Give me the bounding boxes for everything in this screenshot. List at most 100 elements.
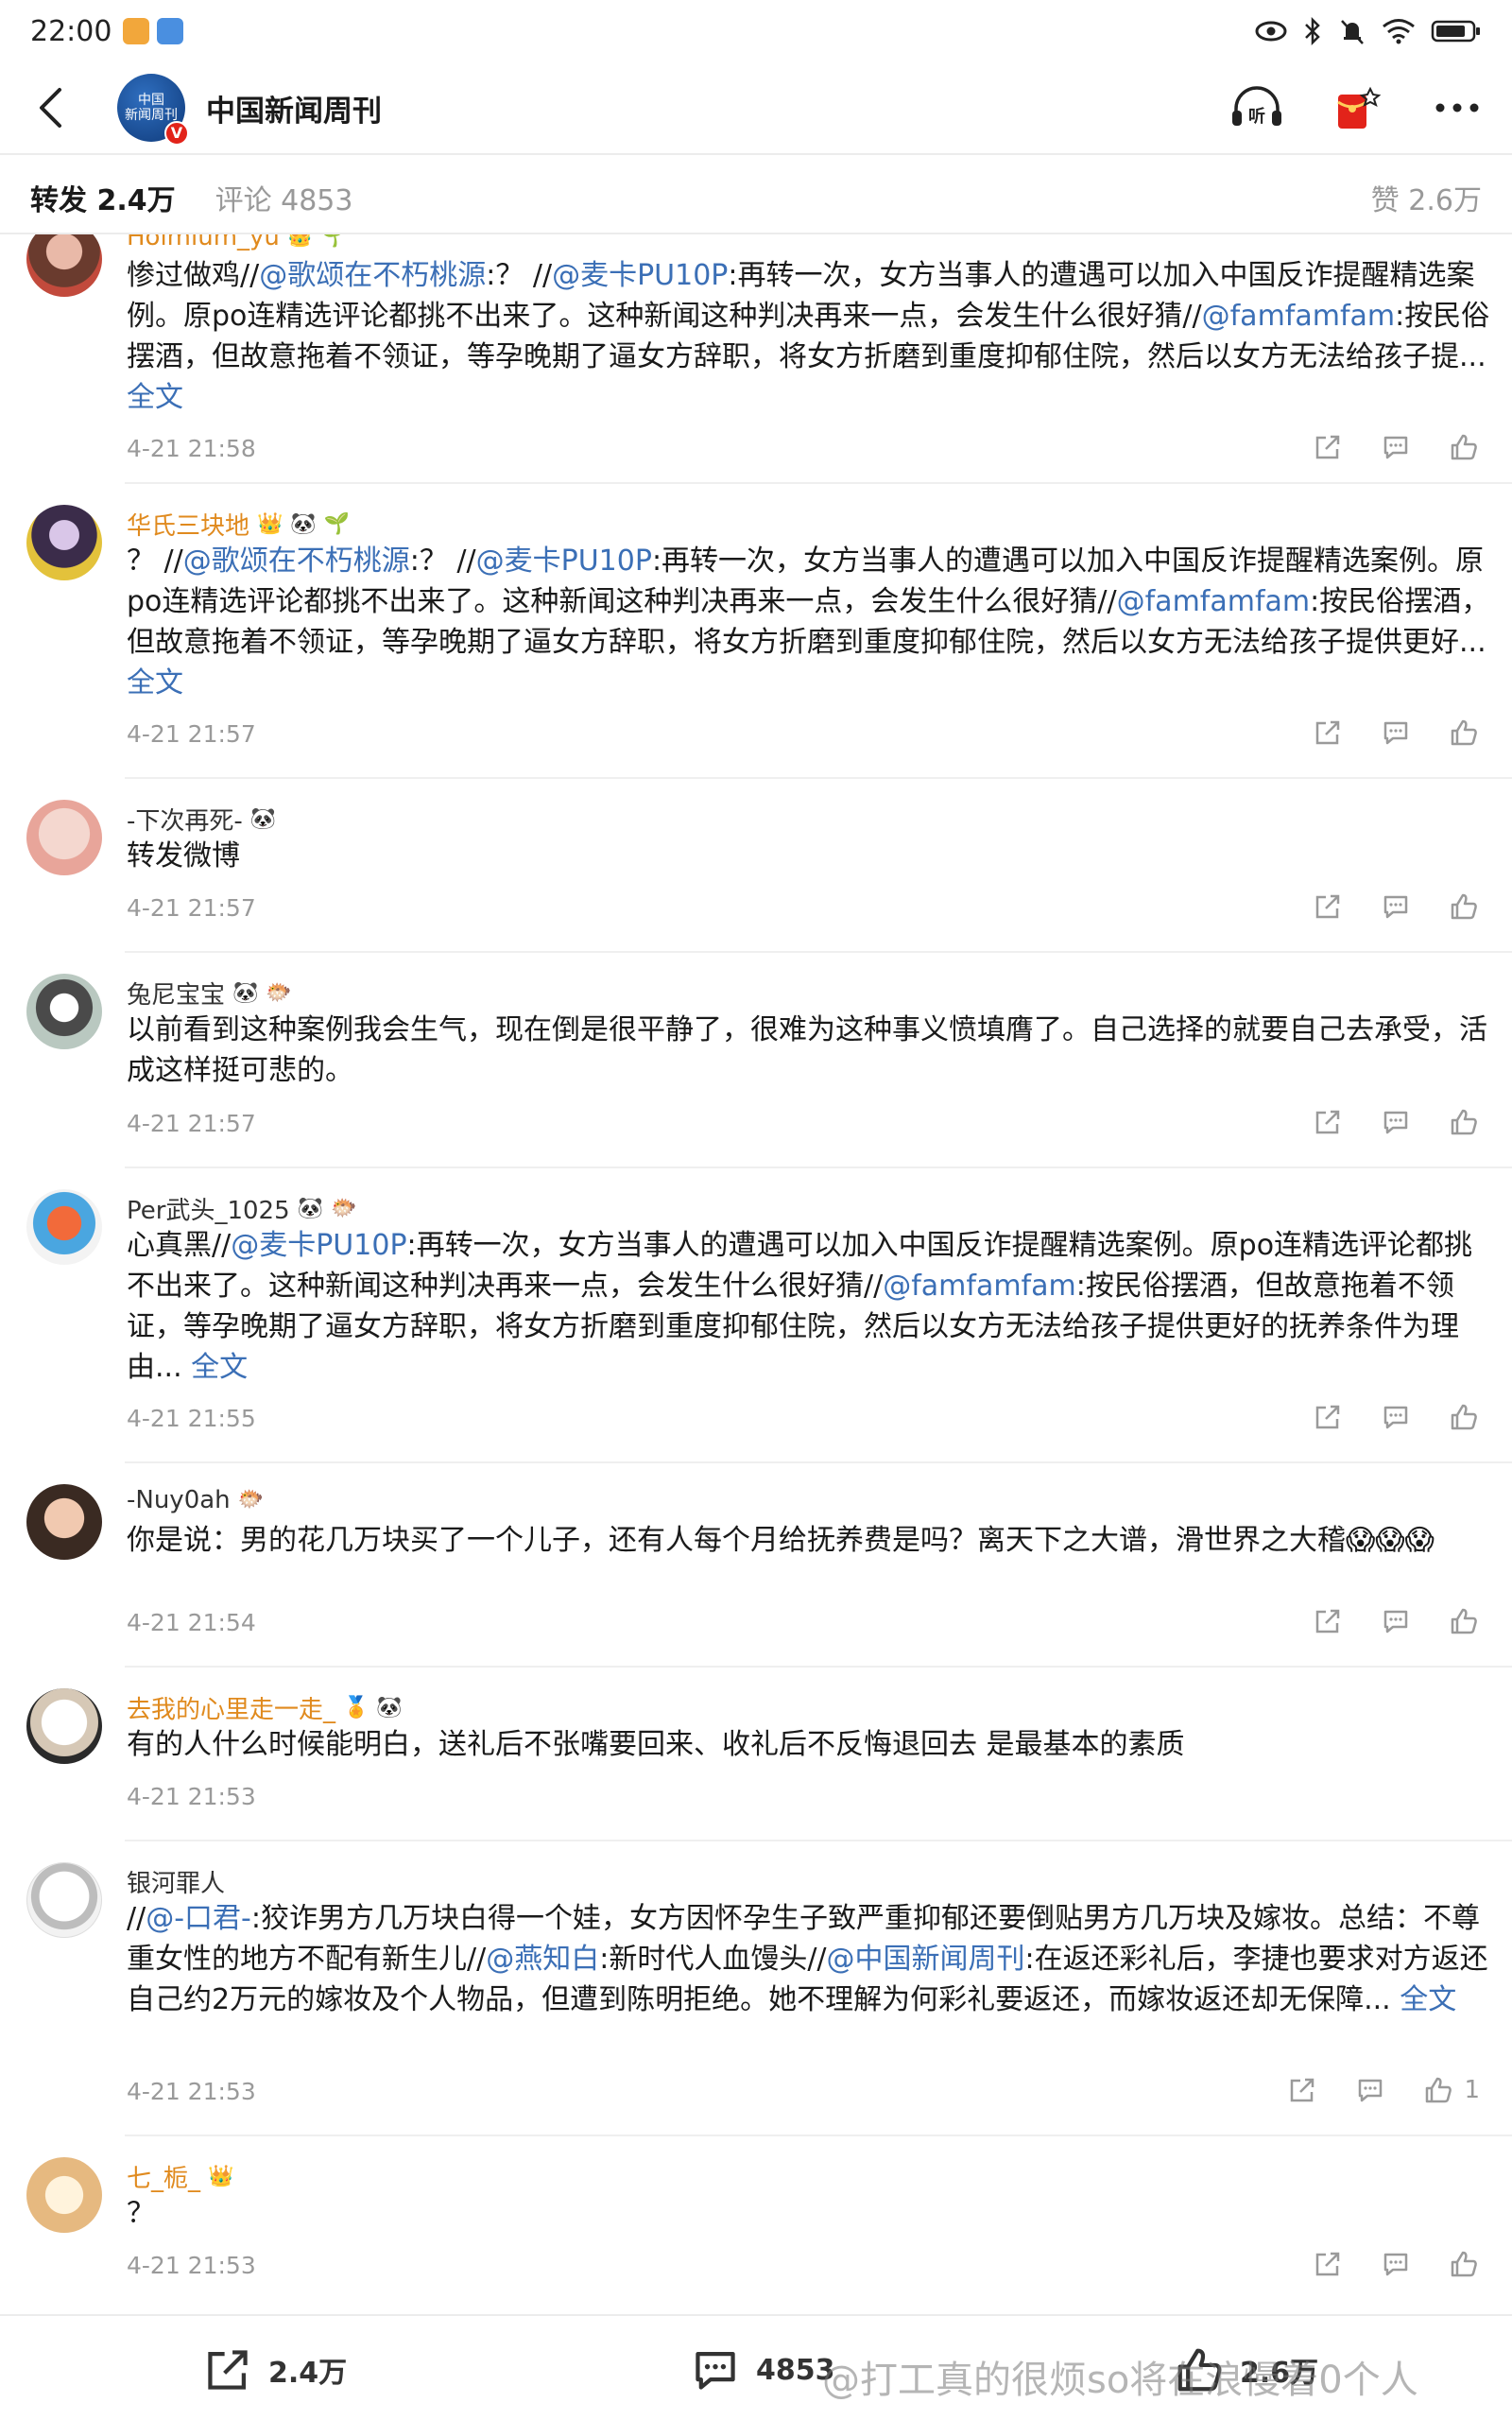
tab-likes[interactable]: 赞 2.6万: [1371, 177, 1482, 218]
comment-button[interactable]: [1380, 2248, 1412, 2280]
crown-emoji-icon: 👑: [257, 511, 284, 536]
list-item: Holmium_yu 👑 🌱 惨过做鸡//@歌颂在不朽桃源:？ //@麦卡PU10P…: [0, 234, 1512, 484]
share-button[interactable]: [1312, 2248, 1344, 2280]
mention-link[interactable]: @麦卡PU10P: [231, 1229, 406, 1262]
eye-icon: [1255, 21, 1287, 42]
username[interactable]: 七_栀_ 👑: [127, 2159, 233, 2194]
username[interactable]: 银河罪人: [127, 1864, 225, 1899]
repost-list[interactable]: Holmium_yu 👑 🌱 惨过做鸡//@歌颂在不朽桃源:？ //@麦卡PU10P…: [0, 234, 1512, 2314]
crown-emoji-icon: 👑: [208, 2164, 234, 2188]
comment-icon: [696, 2352, 735, 2390]
like-button[interactable]: [1448, 2248, 1480, 2280]
username[interactable]: 兔尼宝宝 🐼 🐡: [127, 976, 292, 1011]
repost-text: 转发微博: [127, 839, 240, 873]
share-button[interactable]: [1312, 1605, 1344, 1637]
avatar[interactable]: [26, 1484, 102, 1560]
thumbs-up-icon: [1451, 2251, 1477, 2277]
account-avatar[interactable]: 中国 新闻周刊 V: [117, 74, 189, 146]
mention-link[interactable]: @麦卡PU10P: [552, 259, 728, 292]
thumbs-up-icon: [1451, 719, 1477, 746]
account-name[interactable]: 中国新闻周刊: [206, 87, 382, 130]
share-button[interactable]: [1286, 2074, 1318, 2106]
mention-link[interactable]: @歌颂在不朽桃源: [183, 544, 410, 578]
avatar[interactable]: [26, 1688, 102, 1764]
avatar[interactable]: [26, 974, 102, 1049]
panda-emoji-icon: 🐼: [232, 980, 259, 1005]
top-nav-bar: 中国 新闻周刊 V 中国新闻周刊 听: [0, 62, 1512, 153]
avatar[interactable]: [26, 1189, 102, 1265]
panda-emoji-icon: 🐼: [297, 1196, 324, 1220]
timestamp: 4-21 21:57: [127, 894, 256, 922]
avatar[interactable]: [26, 505, 102, 580]
like-button[interactable]: [1448, 1605, 1480, 1637]
avatar[interactable]: [26, 234, 102, 297]
comment-button[interactable]: [1380, 431, 1412, 463]
expand-full-text-link[interactable]: 全文: [127, 666, 183, 700]
expand-full-text-link[interactable]: 全文: [127, 381, 183, 414]
share-button[interactable]: [1312, 890, 1344, 923]
repost-text: 心真黑//@麦卡PU10P:再转一次，女方当事人的遭遇可以加入中国反诈提醒精选案…: [127, 1229, 1473, 1384]
mention-link[interactable]: @麦卡PU10P: [476, 544, 652, 578]
username[interactable]: -下次再死- 🐼: [127, 802, 276, 837]
like-count: 1: [1464, 2076, 1480, 2104]
like-button[interactable]: [1448, 1401, 1480, 1433]
username[interactable]: Holmium_yu 👑 🌱: [127, 234, 347, 251]
username[interactable]: 华氏三块地 👑 🐼 🌱: [127, 507, 350, 542]
item-actions: 1: [1286, 2074, 1480, 2106]
status-bar: 22:00: [0, 0, 1512, 62]
fish-emoji-icon: 🐡: [266, 980, 292, 1005]
tab-repost[interactable]: 转发 2.4万: [30, 177, 176, 218]
comment-button[interactable]: 4853: [690, 2344, 835, 2395]
svg-text:听: 听: [1248, 106, 1265, 127]
username[interactable]: 去我的心里走一走_ 🏅 🐼: [127, 1690, 403, 1725]
mention-link[interactable]: @famfamfam: [1202, 300, 1396, 333]
item-actions: [1312, 890, 1480, 923]
share-icon: [1315, 1110, 1340, 1134]
thumbs-up-icon: [1426, 2077, 1452, 2103]
listen-button[interactable]: 听: [1228, 79, 1285, 136]
red-packet-button[interactable]: [1329, 79, 1385, 136]
account-avatar-text: 中国 新闻周刊: [125, 93, 178, 123]
like-button[interactable]: [1448, 890, 1480, 923]
mention-link[interactable]: @famfamfam: [883, 1270, 1076, 1303]
sprout-emoji-icon: 🌱: [323, 511, 351, 536]
comment-button[interactable]: [1354, 2074, 1386, 2106]
avatar[interactable]: [26, 1862, 102, 1938]
mention-link[interactable]: @-口君-: [146, 1902, 251, 1935]
mention-link[interactable]: @中国新闻周刊: [827, 1943, 1025, 1976]
comment-button[interactable]: [1380, 1401, 1412, 1433]
comment-button[interactable]: [1380, 890, 1412, 923]
repost-text: ？ //@歌颂在不朽桃源:？ //@麦卡PU10P:再转一次，女方当事人的遭遇可…: [127, 544, 1490, 700]
share-button[interactable]: [1312, 717, 1344, 749]
mention-link[interactable]: @famfamfam: [1117, 585, 1311, 618]
tab-comments[interactable]: 评论 4853: [215, 177, 353, 218]
mention-link[interactable]: @歌颂在不朽桃源: [259, 259, 486, 292]
share-button[interactable]: [1312, 1106, 1344, 1138]
repost-button[interactable]: 2.4万: [202, 2344, 347, 2395]
like-button[interactable]: 1: [1422, 2074, 1480, 2106]
like-button[interactable]: [1448, 431, 1480, 463]
repost-count: 2.4万: [268, 2357, 348, 2390]
avatar[interactable]: [26, 800, 102, 875]
share-icon: [1315, 720, 1340, 745]
verified-badge: V: [164, 121, 189, 146]
like-button[interactable]: [1448, 1106, 1480, 1138]
comment-button[interactable]: [1380, 1605, 1412, 1637]
expand-full-text-link[interactable]: 全文: [191, 1351, 248, 1384]
comment-button[interactable]: [1380, 1106, 1412, 1138]
share-button[interactable]: [1312, 1401, 1344, 1433]
share-button[interactable]: [1312, 431, 1344, 463]
mention-link[interactable]: @燕知白: [486, 1943, 599, 1976]
comment-button[interactable]: [1380, 717, 1412, 749]
username[interactable]: Per武头_1025 🐼 🐡: [127, 1191, 356, 1226]
watermark: @打工真的很烦so将在浪慢着0个人: [822, 2359, 1418, 2402]
username[interactable]: -Nuy0ah 🐡: [127, 1486, 264, 1514]
like-button[interactable]: [1448, 717, 1480, 749]
panda-emoji-icon: 🐼: [376, 1695, 403, 1720]
fish-emoji-icon: 🐡: [237, 1488, 265, 1512]
expand-full-text-link[interactable]: 全文: [1400, 1983, 1456, 2016]
more-options-button[interactable]: [1429, 79, 1486, 136]
back-button[interactable]: [26, 84, 74, 131]
item-actions: [1312, 717, 1480, 749]
avatar[interactable]: [26, 2157, 102, 2233]
